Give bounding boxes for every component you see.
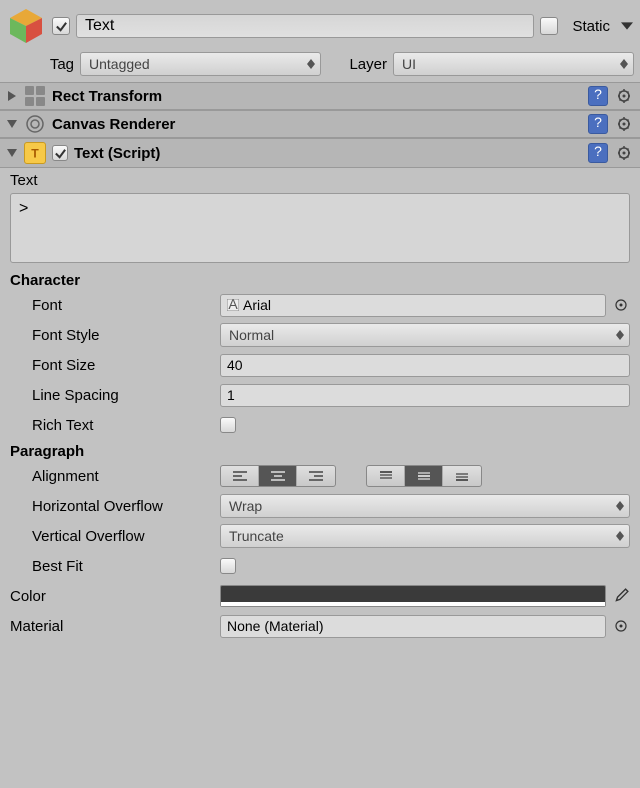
best-fit-label: Best Fit — [10, 558, 220, 575]
component-title: Rect Transform — [52, 88, 582, 105]
svg-text:A: A — [228, 299, 238, 311]
text-value-textarea[interactable]: > — [10, 193, 630, 263]
object-picker-icon[interactable] — [612, 298, 630, 312]
font-style-label: Font Style — [10, 327, 220, 344]
font-object-field[interactable]: A Arial — [220, 294, 606, 317]
best-fit-checkbox[interactable] — [220, 558, 236, 574]
align-right-button[interactable] — [297, 466, 335, 486]
component-header-text-script[interactable]: T Text (Script) ? — [0, 138, 640, 168]
vertical-overflow-label: Vertical Overflow — [10, 528, 220, 545]
component-title: Text (Script) — [74, 145, 582, 162]
layer-value: UI — [402, 56, 416, 72]
vertical-alignment-group — [366, 465, 482, 487]
horizontal-overflow-value: Wrap — [229, 498, 262, 514]
vertical-overflow-value: Truncate — [229, 528, 284, 544]
component-title: Canvas Renderer — [52, 116, 582, 133]
object-picker-icon[interactable] — [612, 619, 630, 633]
fold-arrow-icon — [6, 90, 18, 102]
eyedropper-icon[interactable] — [612, 588, 630, 604]
text-property-label: Text — [10, 172, 630, 189]
layer-dropdown[interactable]: UI — [393, 52, 634, 76]
font-label: Font — [10, 297, 220, 314]
svg-text:?: ? — [594, 146, 602, 159]
text-component-icon: T — [24, 142, 46, 164]
tag-label: Tag — [6, 56, 74, 73]
align-middle-button[interactable] — [405, 466, 443, 486]
rect-transform-icon — [24, 85, 46, 107]
color-label: Color — [10, 588, 220, 605]
font-size-label: Font Size — [10, 357, 220, 374]
static-checkbox[interactable] — [540, 17, 558, 35]
component-header-rect-transform[interactable]: Rect Transform ? — [0, 82, 640, 110]
material-label: Material — [10, 618, 220, 635]
font-value: Arial — [243, 297, 271, 313]
gear-icon[interactable] — [616, 87, 634, 105]
font-asset-icon: A — [227, 299, 239, 311]
help-icon[interactable]: ? — [588, 114, 608, 134]
font-style-value: Normal — [229, 327, 274, 343]
tag-dropdown[interactable]: Untagged — [80, 52, 321, 76]
svg-text:T: T — [31, 146, 39, 160]
help-icon[interactable]: ? — [588, 143, 608, 163]
canvas-renderer-icon — [24, 113, 46, 135]
horizontal-alignment-group — [220, 465, 336, 487]
layer-label: Layer — [327, 56, 387, 73]
align-top-button[interactable] — [367, 466, 405, 486]
fold-arrow-icon — [6, 118, 18, 130]
gear-icon[interactable] — [616, 115, 634, 133]
help-icon[interactable]: ? — [588, 86, 608, 106]
static-dropdown-arrow-icon[interactable] — [620, 22, 634, 30]
material-object-field[interactable]: None (Material) — [220, 615, 606, 638]
font-size-input[interactable] — [220, 354, 630, 377]
static-label: Static — [572, 18, 610, 35]
gameobject-cube-icon — [6, 6, 46, 46]
alignment-label: Alignment — [10, 468, 220, 485]
gameobject-name-input[interactable] — [76, 14, 534, 38]
component-header-canvas-renderer[interactable]: Canvas Renderer ? — [0, 110, 640, 138]
gameobject-active-checkbox[interactable] — [52, 17, 70, 35]
svg-text:?: ? — [594, 117, 602, 130]
align-center-button[interactable] — [259, 466, 297, 486]
horizontal-overflow-label: Horizontal Overflow — [10, 498, 220, 515]
line-spacing-input[interactable] — [220, 384, 630, 407]
vertical-overflow-dropdown[interactable]: Truncate — [220, 524, 630, 548]
component-enabled-checkbox[interactable] — [52, 145, 68, 161]
fold-arrow-icon — [6, 147, 18, 159]
svg-text:?: ? — [594, 89, 602, 102]
paragraph-group-header: Paragraph — [10, 443, 630, 460]
tag-value: Untagged — [89, 56, 150, 72]
align-left-button[interactable] — [221, 466, 259, 486]
color-field[interactable] — [220, 585, 606, 607]
rich-text-checkbox[interactable] — [220, 417, 236, 433]
material-value: None (Material) — [227, 618, 323, 634]
font-style-dropdown[interactable]: Normal — [220, 323, 630, 347]
align-bottom-button[interactable] — [443, 466, 481, 486]
gear-icon[interactable] — [616, 144, 634, 162]
line-spacing-label: Line Spacing — [10, 387, 220, 404]
rich-text-label: Rich Text — [10, 417, 220, 434]
character-group-header: Character — [10, 272, 630, 289]
horizontal-overflow-dropdown[interactable]: Wrap — [220, 494, 630, 518]
